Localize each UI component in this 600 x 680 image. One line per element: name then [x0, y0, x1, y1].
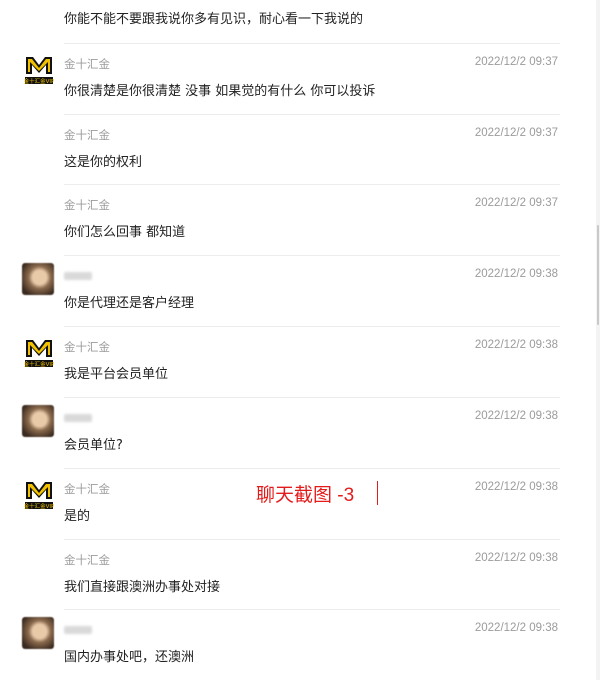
blurred-avatar	[22, 617, 54, 649]
blurred-avatar	[22, 263, 54, 295]
scrollbar-track[interactable]	[596, 0, 600, 680]
divider	[64, 468, 560, 469]
logo-text: 金十汇金VIP	[24, 502, 54, 510]
timestamp: 2022/12/2 09:37	[474, 127, 558, 139]
message-row: 金十汇金 2022/12/2 09:37 你们怎么回事 都知道	[0, 184, 600, 254]
message-text-top: 你能不能不要跟我说你多有见识，耐心看一下我说的	[64, 12, 364, 27]
timestamp: 2022/12/2 09:38	[474, 339, 558, 351]
scrollbar-thumb[interactable]	[597, 225, 599, 325]
message-text: 是的	[64, 509, 91, 524]
message-row: 2022/12/2 09:38 你是代理还是客户经理	[0, 255, 600, 325]
blurred-name-placeholder	[64, 625, 92, 634]
message-text: 我是平台会员单位	[64, 367, 169, 382]
blurred-avatar	[22, 405, 54, 437]
divider	[64, 43, 560, 44]
timestamp: 2022/12/2 09:38	[474, 410, 558, 422]
message-row: 金十汇金 2022/12/2 09:38 我们直接跟澳洲办事处对接	[0, 539, 600, 609]
sender-name: 金十汇金	[64, 198, 110, 212]
message-text: 会员单位?	[64, 438, 123, 453]
message-row: 2022/12/2 09:38 会员单位?	[0, 397, 600, 467]
sender-name-blurred	[64, 622, 92, 636]
divider	[64, 255, 560, 256]
sender-name-blurred	[64, 410, 92, 424]
message-text: 你很清楚是你很清楚 没事 如果觉的有什么 你可以投诉	[64, 84, 376, 99]
message-text: 这是你的权利	[64, 155, 143, 170]
logo-text: 金十汇金VIP	[24, 360, 54, 368]
sender-name-blurred	[64, 268, 92, 282]
message-text: 国内办事处吧，还澳洲	[64, 650, 195, 665]
message-row: 金十汇金VIP 金十汇金 2022/12/2 09:38 我是平台会员单位	[0, 326, 600, 396]
message-text: 你们怎么回事 都知道	[64, 225, 186, 240]
divider	[64, 539, 560, 540]
timestamp: 2022/12/2 09:37	[474, 56, 558, 68]
message-text: 你是代理还是客户经理	[64, 296, 195, 311]
message-row: 金十汇金 2022/12/2 09:37 这是你的权利	[0, 114, 600, 184]
message-row: 金十汇金VIP 金十汇金 2022/12/2 09:37 你很清楚是你很清楚 没…	[0, 43, 600, 113]
blurred-name-placeholder	[64, 271, 92, 280]
chat-log: 你能不能不要跟我说你多有见识，耐心看一下我说的 金十汇金VIP 金十汇金 202…	[0, 0, 600, 680]
screenshot-annotation: 聊天截图 -3	[256, 485, 355, 506]
sender-name: 金十汇金	[64, 128, 110, 142]
timestamp: 2022/12/2 09:38	[474, 622, 558, 634]
logo-text: 金十汇金VIP	[24, 77, 54, 85]
timestamp: 2022/12/2 09:38	[474, 481, 558, 493]
sender-name: 金十汇金	[64, 553, 110, 567]
blurred-name-placeholder	[64, 413, 92, 422]
gold-vip-avatar: 金十汇金VIP	[24, 482, 54, 510]
sender-name: 金十汇金	[64, 57, 110, 71]
divider	[64, 397, 560, 398]
divider	[64, 609, 560, 610]
timestamp: 2022/12/2 09:38	[474, 268, 558, 280]
divider	[64, 184, 560, 185]
timestamp: 2022/12/2 09:37	[474, 197, 558, 209]
divider	[64, 114, 560, 115]
divider	[64, 326, 560, 327]
text-caret	[377, 481, 378, 505]
message-row: 2022/12/2 09:38 国内办事处吧，还澳洲	[0, 609, 600, 679]
sender-name: 金十汇金	[64, 482, 110, 496]
gold-vip-avatar: 金十汇金VIP	[24, 57, 54, 85]
gold-vip-avatar: 金十汇金VIP	[24, 340, 54, 368]
timestamp: 2022/12/2 09:38	[474, 552, 558, 564]
message-text: 我们直接跟澳洲办事处对接	[64, 580, 221, 595]
sender-name: 金十汇金	[64, 340, 110, 354]
